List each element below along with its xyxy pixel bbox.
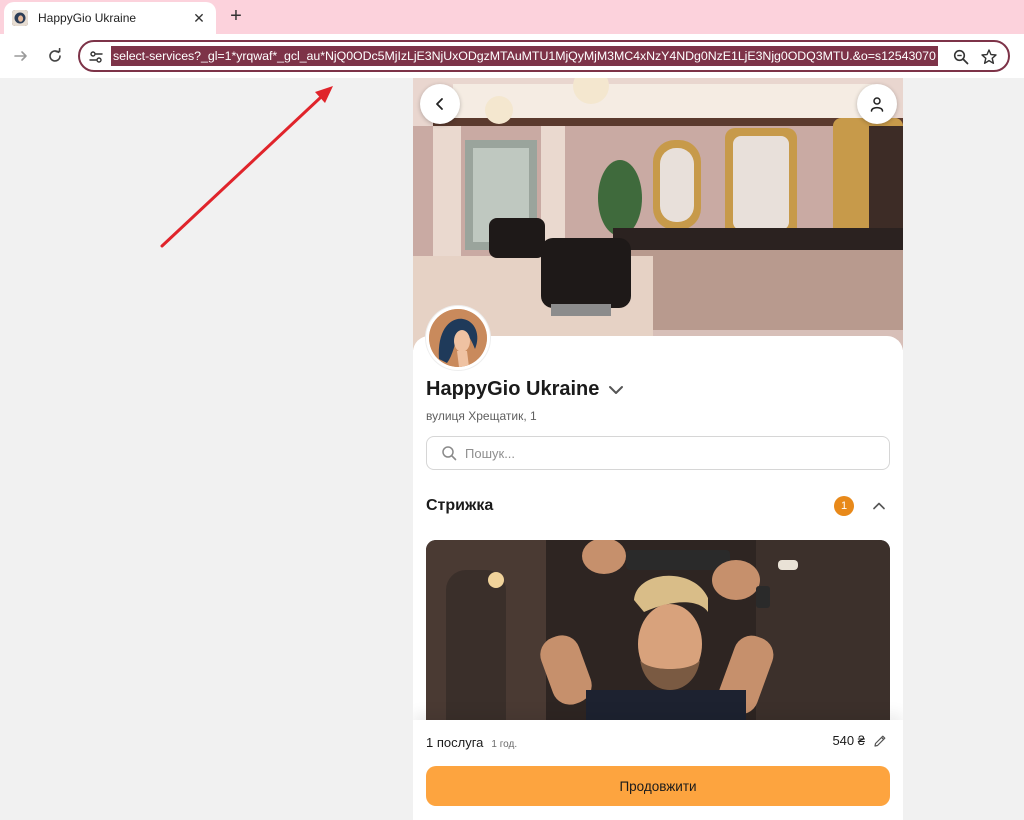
pencil-icon[interactable] [873,734,887,748]
search-input[interactable] [465,445,865,461]
reload-icon[interactable] [44,45,66,67]
chevron-left-icon [436,98,443,110]
salon-logo [426,306,490,370]
browser-tab-strip: HappyGio Ukraine ✕ + [0,0,1024,34]
close-icon[interactable]: ✕ [190,10,208,27]
category-header[interactable]: Стрижка 1 [426,492,890,520]
bookmark-star-icon[interactable] [980,48,998,66]
browser-tab[interactable]: HappyGio Ukraine ✕ [4,2,216,34]
site-info-icon[interactable] [88,49,104,65]
salon-address: вулиця Хрещатик, 1 [426,409,537,423]
service-image[interactable] [426,540,890,740]
search-icon [442,446,457,461]
tab-title: HappyGio Ukraine [38,11,137,25]
profile-button[interactable] [857,84,897,124]
chevron-up-icon[interactable] [870,497,888,515]
chevron-down-icon [609,385,624,394]
favicon-icon [12,10,28,26]
selected-count-badge: 1 [834,496,854,516]
page-viewport: HappyGio Ukraine вулиця Хрещатик, 1 Стри… [0,78,1024,820]
plus-icon[interactable]: + [226,6,246,26]
booking-summary-bar: 1 послуга 1 год. 540 ₴ Продовжити [413,720,903,820]
continue-button[interactable]: Продовжити [426,766,890,806]
back-button[interactable] [420,84,460,124]
booking-widget: HappyGio Ukraine вулиця Хрещатик, 1 Стри… [413,78,903,820]
zoom-icon[interactable] [952,48,970,66]
total-price: 540 ₴ [832,733,865,748]
browser-toolbar: select-services?_gl=1*yrqwaf*_gcl_au*NjQ… [0,34,1024,78]
search-field[interactable] [426,436,890,470]
total-duration: 1 год. [491,739,518,750]
url-text[interactable]: select-services?_gl=1*yrqwaf*_gcl_au*NjQ… [111,46,938,66]
category-title: Стрижка [426,497,494,514]
salon-name: HappyGio Ukraine [426,378,600,400]
selected-services-count: 1 послуга [426,735,484,750]
salon-cover-image [413,78,903,350]
user-icon [870,97,884,112]
forward-icon[interactable] [10,45,32,67]
address-bar[interactable]: select-services?_gl=1*yrqwaf*_gcl_au*NjQ… [78,40,1010,72]
salon-selector[interactable]: HappyGio Ukraine [426,378,625,401]
